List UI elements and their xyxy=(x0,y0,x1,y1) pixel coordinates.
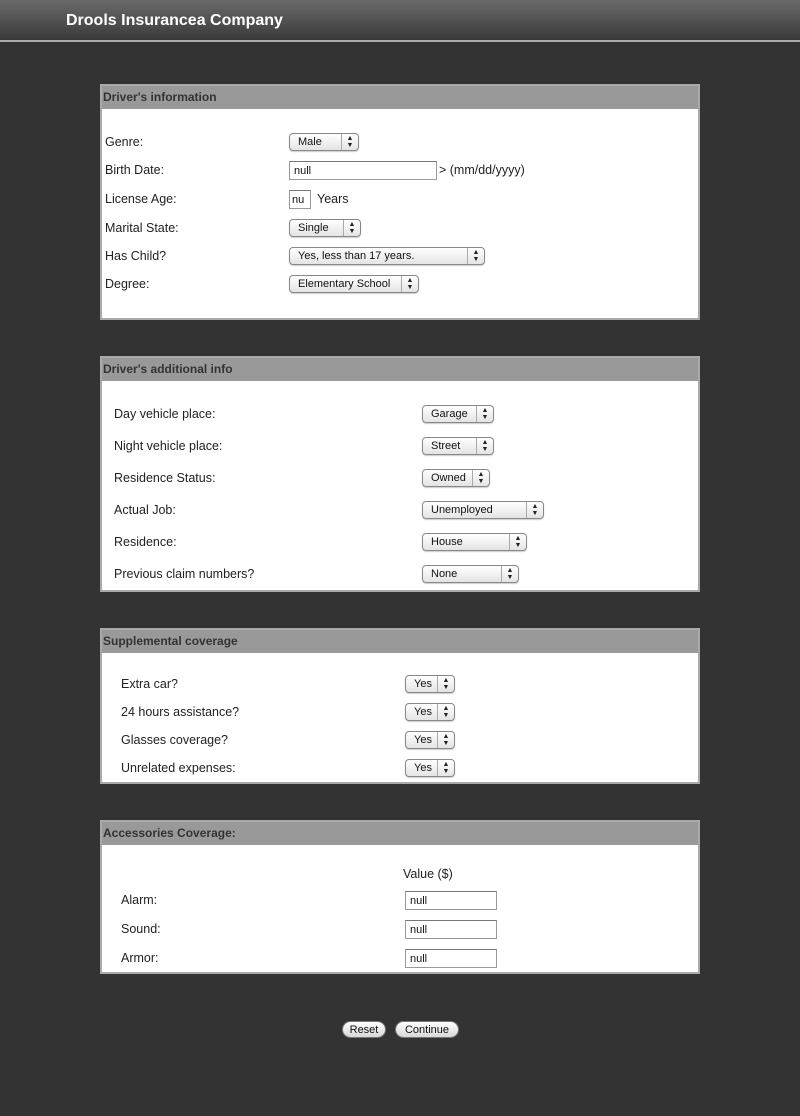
birth-date-label: Birth Date: xyxy=(105,163,165,177)
night-vehicle-place-select[interactable]: Street ▲ ▼ xyxy=(422,437,494,455)
unrelated-expenses-select[interactable]: Yes ▲ ▼ xyxy=(405,759,455,777)
accessories-coverage-panel: Accessories Coverage: Value ($) Alarm: S… xyxy=(100,820,700,974)
sound-label: Sound: xyxy=(121,922,161,936)
residence-status-label: Residence Status: xyxy=(114,471,216,485)
chevron-updown-icon: ▲ ▼ xyxy=(341,134,358,150)
select-value: Owned xyxy=(431,472,466,484)
chevron-updown-icon: ▲ ▼ xyxy=(437,704,454,720)
residence-select[interactable]: House ▲ ▼ xyxy=(422,533,527,551)
extra-car-select[interactable]: Yes ▲ ▼ xyxy=(405,675,455,693)
armor-value-input[interactable] xyxy=(405,949,497,968)
chevron-updown-icon: ▲ ▼ xyxy=(472,470,489,486)
select-value: Yes xyxy=(414,734,432,746)
has-child-select[interactable]: Yes, less than 17 years. ▲ ▼ xyxy=(289,247,485,265)
glasses-coverage-select[interactable]: Yes ▲ ▼ xyxy=(405,731,455,749)
drivers-information-panel: Driver's information Genre: Male ▲ ▼ Birth… xyxy=(100,84,700,320)
residence-label: Residence: xyxy=(114,535,177,549)
select-value: Street xyxy=(431,440,461,452)
sound-value-input[interactable] xyxy=(405,920,497,939)
chevron-updown-icon: ▲ ▼ xyxy=(401,276,418,292)
day-vehicle-place-label: Day vehicle place: xyxy=(114,407,216,421)
license-age-label: License Age: xyxy=(105,192,177,206)
has-child-value: Yes, less than 17 years. xyxy=(298,250,415,262)
marital-state-value: Single xyxy=(298,222,329,234)
reset-button[interactable]: Reset xyxy=(342,1021,386,1038)
glasses-coverage-label: Glasses coverage? xyxy=(121,733,229,747)
value-column-header: Value ($) xyxy=(403,867,453,881)
select-value: Yes xyxy=(414,678,432,690)
license-age-input[interactable] xyxy=(289,190,311,209)
degree-select[interactable]: Elementary School ▲ ▼ xyxy=(289,275,419,293)
select-value: Yes xyxy=(414,706,432,718)
app-header: Drools Insurancea Company xyxy=(0,0,800,42)
has-child-label: Has Child? xyxy=(105,249,167,263)
genre-label: Genre: xyxy=(105,135,144,149)
chevron-updown-icon: ▲ ▼ xyxy=(476,438,493,454)
chevron-updown-icon: ▲ ▼ xyxy=(509,534,526,550)
extra-car-label: Extra car? xyxy=(121,677,178,691)
alarm-label: Alarm: xyxy=(121,893,158,907)
genre-value: Male xyxy=(298,136,322,148)
night-vehicle-place-label: Night vehicle place: xyxy=(114,439,223,453)
marital-state-select[interactable]: Single ▲ ▼ xyxy=(289,219,361,237)
select-value: Unemployed xyxy=(431,504,493,516)
chevron-updown-icon: ▲ ▼ xyxy=(467,248,484,264)
chevron-updown-icon: ▲ ▼ xyxy=(437,732,454,748)
birth-date-input[interactable] xyxy=(289,161,437,180)
chevron-updown-icon: ▲ ▼ xyxy=(343,220,360,236)
chevron-updown-icon: ▲ ▼ xyxy=(501,566,518,582)
drivers-additional-info-panel: Driver's additional info Day vehicle pla… xyxy=(100,356,700,592)
actual-job-label: Actual Job: xyxy=(114,503,176,517)
panel-title: Driver's information xyxy=(102,86,698,109)
panel-title: Accessories Coverage: xyxy=(102,822,698,845)
assistance-label: 24 hours assistance? xyxy=(121,705,240,719)
day-vehicle-place-select[interactable]: Garage ▲ ▼ xyxy=(422,405,494,423)
select-value: House xyxy=(431,536,463,548)
residence-status-select[interactable]: Owned ▲ ▼ xyxy=(422,469,490,487)
alarm-value-input[interactable] xyxy=(405,891,497,910)
app-title: Drools Insurancea Company xyxy=(66,12,283,29)
marital-state-label: Marital State: xyxy=(105,221,179,235)
unrelated-expenses-label: Unrelated expenses: xyxy=(121,761,236,775)
chevron-updown-icon: ▲ ▼ xyxy=(437,760,454,776)
supplemental-coverage-panel: Supplemental coverage Extra car? Yes ▲ ▼ 2… xyxy=(100,628,700,784)
degree-value: Elementary School xyxy=(298,278,391,290)
assistance-select[interactable]: Yes ▲ ▼ xyxy=(405,703,455,721)
chevron-updown-icon: ▲ ▼ xyxy=(437,676,454,692)
select-value: None xyxy=(431,568,458,580)
select-value: Garage xyxy=(431,408,468,420)
panel-title: Supplemental coverage xyxy=(102,630,698,653)
chevron-updown-icon: ▲ ▼ xyxy=(526,502,543,518)
degree-label: Degree: xyxy=(105,277,150,291)
license-age-unit: Years xyxy=(317,192,349,206)
birth-date-format-hint: > (mm/dd/yyyy) xyxy=(439,163,525,177)
armor-label: Armor: xyxy=(121,951,159,965)
previous-claims-label: Previous claim numbers? xyxy=(114,567,255,581)
previous-claims-select[interactable]: None ▲ ▼ xyxy=(422,565,519,583)
continue-button[interactable]: Continue xyxy=(395,1021,459,1038)
actual-job-select[interactable]: Unemployed ▲ ▼ xyxy=(422,501,544,519)
panel-title: Driver's additional info xyxy=(102,358,698,381)
select-value: Yes xyxy=(414,762,432,774)
genre-select[interactable]: Male ▲ ▼ xyxy=(289,133,359,151)
chevron-updown-icon: ▲ ▼ xyxy=(476,406,493,422)
